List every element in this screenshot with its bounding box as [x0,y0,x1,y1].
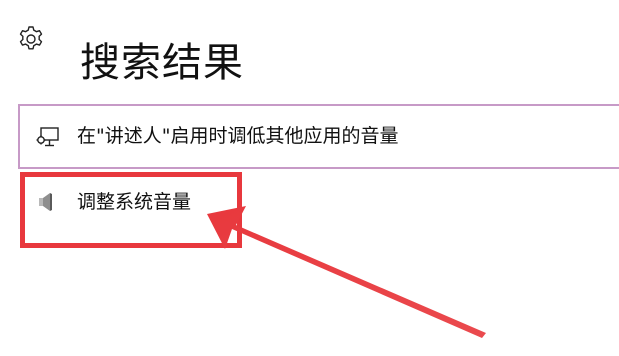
result-item-label: 调整系统音量 [77,191,192,213]
result-item-label: 在"讲述人"启用时调低其他应用的音量 [77,125,399,147]
gear-icon [16,24,46,54]
settings-search-results-page: 搜索结果 在"讲述人"启用时调低其他应用的音量 调整系统音量 [0,0,619,356]
speaker-icon [35,189,61,215]
header: 搜索结果 [0,0,619,86]
page-title: 搜索结果 [80,39,244,86]
result-item-narrator-volume[interactable]: 在"讲述人"启用时调低其他应用的音量 [18,104,619,169]
monitor-settings-icon [35,124,61,150]
result-item-adjust-volume[interactable]: 调整系统音量 [20,172,240,244]
